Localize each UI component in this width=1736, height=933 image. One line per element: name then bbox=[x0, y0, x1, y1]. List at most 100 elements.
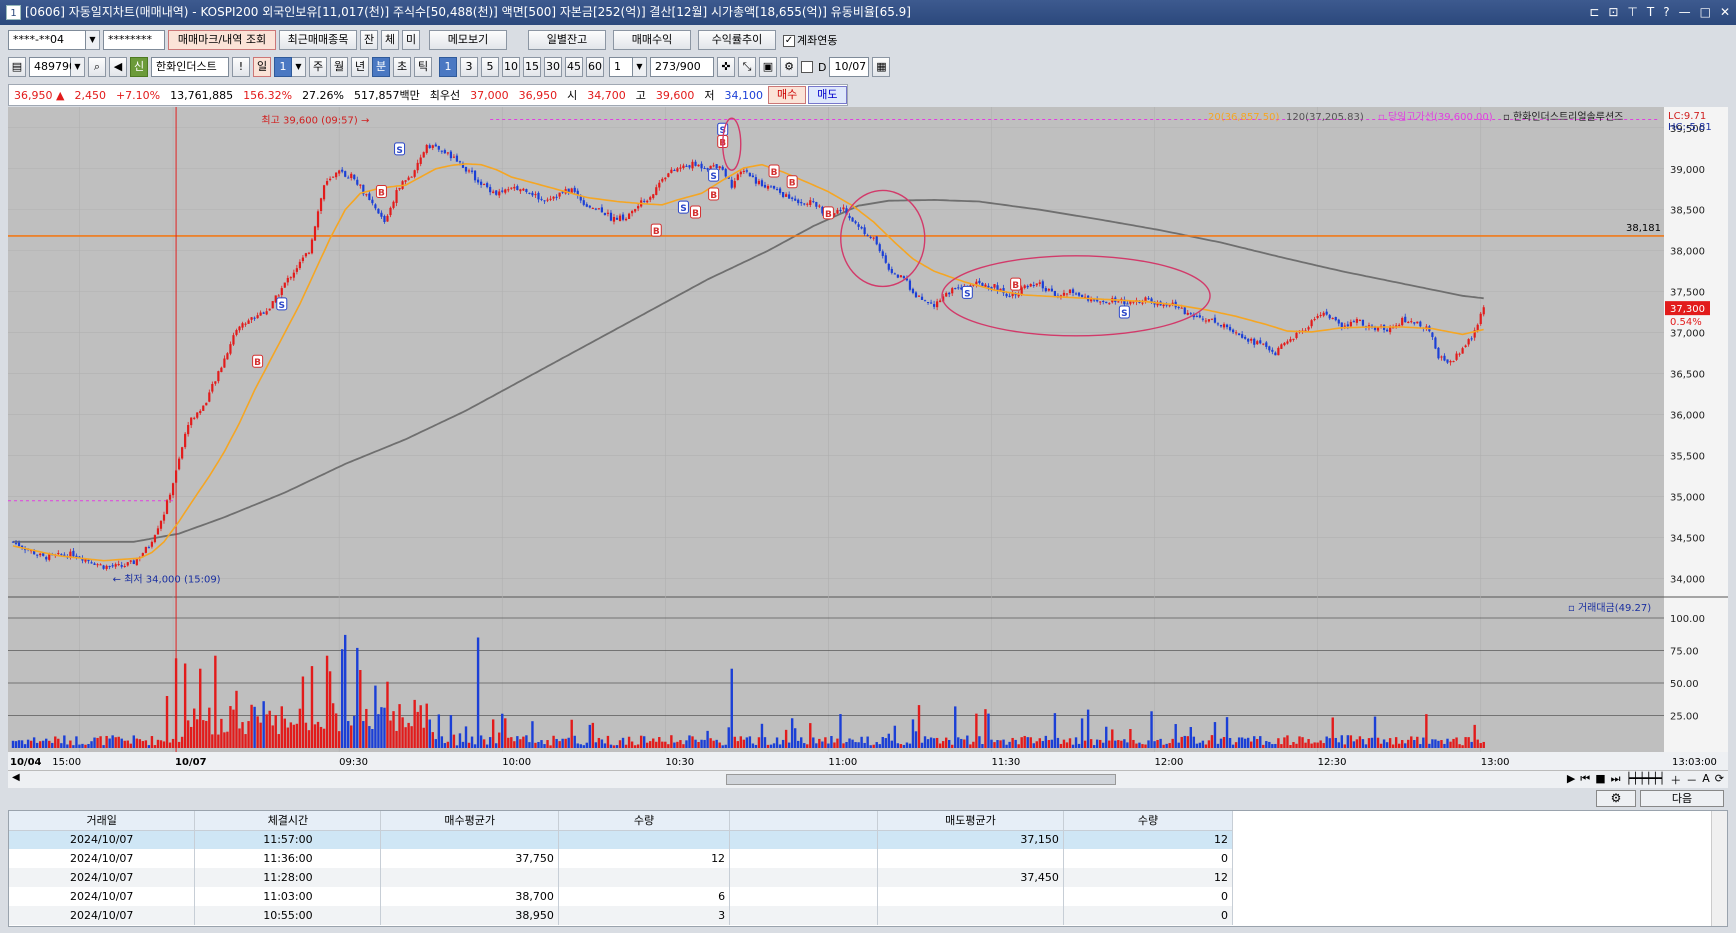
memo-button[interactable]: 메모보기 bbox=[429, 30, 507, 50]
candle-body bbox=[1256, 341, 1259, 345]
candle-body bbox=[685, 165, 688, 167]
calendar-icon[interactable]: ▦ bbox=[872, 57, 891, 77]
minute-5[interactable]: 5 bbox=[481, 57, 499, 77]
volume-bar bbox=[751, 743, 755, 748]
chart-scrollbar[interactable]: ◀ ▶ ⏮ ■ ⏭ ┝┿┿┿┿┥ ＋ － A ⟳ bbox=[8, 770, 1728, 788]
buy-marker-label: B bbox=[789, 179, 796, 189]
step-input[interactable]: 1 bbox=[609, 57, 633, 77]
period-month[interactable]: 월 bbox=[330, 57, 348, 77]
ruler-icon[interactable]: ┝┿┿┿┿┥ bbox=[1626, 772, 1666, 788]
minute-15[interactable]: 15 bbox=[523, 57, 541, 77]
candle-body bbox=[863, 227, 866, 235]
trade-profit-button[interactable]: 매매수익 bbox=[613, 30, 691, 50]
rewind-icon[interactable]: ⏮ bbox=[1580, 772, 1590, 788]
candlestick-chart[interactable]: 38,181 SBSBSBSBS BBBBBSBS 39,50039,00038,… bbox=[8, 107, 1728, 770]
candle-body bbox=[911, 288, 915, 293]
link-icon[interactable]: ⊡ bbox=[1608, 0, 1618, 25]
buy-button[interactable]: 매수 bbox=[768, 86, 807, 104]
date-input[interactable]: 10/07 bbox=[829, 57, 870, 77]
stock-name-field[interactable]: 한화인더스트 bbox=[151, 57, 229, 77]
minute-45[interactable]: 45 bbox=[565, 57, 583, 77]
candle-body bbox=[458, 161, 462, 163]
candle-body bbox=[419, 157, 422, 164]
sell-button[interactable]: 매도 bbox=[808, 86, 847, 104]
candle-body bbox=[1225, 324, 1229, 328]
minute-3[interactable]: 3 bbox=[460, 57, 478, 77]
volume-bar bbox=[504, 718, 507, 748]
date-checkbox[interactable] bbox=[801, 61, 813, 73]
crosshair-icon[interactable]: ✜ bbox=[717, 57, 735, 77]
stock-code-input[interactable]: 489790 bbox=[29, 57, 76, 77]
period-tick[interactable]: 틱 bbox=[414, 57, 432, 77]
chevron-down-icon[interactable]: ▼ bbox=[86, 30, 100, 50]
fast-forward-icon[interactable]: ⏭ bbox=[1611, 772, 1621, 788]
period-year[interactable]: 년 bbox=[351, 57, 369, 77]
play-icon[interactable]: ▶ bbox=[1567, 772, 1575, 788]
minute-60[interactable]: 60 bbox=[586, 57, 604, 77]
candle-body bbox=[516, 186, 519, 191]
chevron-down-icon[interactable]: ▼ bbox=[292, 57, 306, 77]
candle-body bbox=[280, 288, 283, 296]
minimize-button[interactable]: — bbox=[1679, 0, 1691, 25]
tab-balance[interactable]: 잔 bbox=[360, 30, 378, 50]
candle-body bbox=[588, 205, 591, 208]
minute-1[interactable]: 1 bbox=[439, 57, 457, 77]
candle-body bbox=[794, 198, 797, 201]
volume-bar bbox=[1458, 744, 1461, 748]
stop-icon[interactable]: ■ bbox=[1595, 772, 1605, 788]
recent-trades-button[interactable]: 최근매매종목 bbox=[279, 30, 357, 50]
volume-bar bbox=[1440, 740, 1443, 748]
period-day-count[interactable]: 1 bbox=[274, 57, 292, 77]
scroll-thumb[interactable] bbox=[726, 774, 1116, 785]
pin-icon[interactable]: ⊤ bbox=[1627, 0, 1637, 25]
layout-icon[interactable]: ▤ bbox=[8, 57, 26, 77]
minute-30[interactable]: 30 bbox=[544, 57, 562, 77]
trade-mark-query-button[interactable]: 매매마크/내역 조회 bbox=[168, 30, 276, 50]
profit-rate-button[interactable]: 수익률추이 bbox=[698, 30, 776, 50]
candle-body bbox=[120, 565, 123, 567]
reset-icon[interactable]: ⟳ bbox=[1715, 772, 1724, 788]
save-icon[interactable]: ▣ bbox=[759, 57, 777, 77]
gear-icon[interactable]: ⚙ bbox=[780, 57, 798, 77]
tab-unfilled[interactable]: 미 bbox=[402, 30, 420, 50]
candle-body bbox=[697, 164, 700, 167]
table-row[interactable]: 2024/10/07 11:28:00 37,450 12 bbox=[9, 868, 1234, 887]
help-icon[interactable]: ? bbox=[1663, 0, 1669, 25]
period-day[interactable]: 일 bbox=[253, 57, 271, 77]
table-row[interactable]: 2024/10/07 11:57:00 37,150 12 bbox=[9, 830, 1234, 849]
period-minute[interactable]: 분 bbox=[372, 57, 390, 77]
scroll-left-icon[interactable]: ◀ bbox=[12, 772, 20, 783]
bar-count-field[interactable]: 273/900 bbox=[650, 57, 714, 77]
best-bid: 36,950 bbox=[518, 88, 558, 102]
password-input[interactable]: ******** bbox=[103, 30, 165, 50]
account-link-checkbox[interactable]: ✓ 계좌연동 bbox=[783, 32, 837, 48]
text-tool-icon[interactable]: A bbox=[1702, 772, 1710, 788]
zoom-icon[interactable]: ⤡ bbox=[738, 57, 756, 77]
account-number-input[interactable]: ****-**04 bbox=[8, 30, 86, 50]
minute-10[interactable]: 10 bbox=[502, 57, 520, 77]
zoom-out-icon[interactable]: － bbox=[1686, 772, 1697, 788]
period-second[interactable]: 초 bbox=[393, 57, 411, 77]
gear-icon[interactable]: ⚙ bbox=[1596, 790, 1636, 807]
alert-icon[interactable]: ! bbox=[232, 57, 250, 77]
search-icon[interactable]: ⌕ bbox=[88, 57, 106, 77]
table-row[interactable]: 2024/10/07 11:36:00 37,750 12 0 bbox=[9, 849, 1234, 868]
close-button[interactable]: ✕ bbox=[1720, 0, 1730, 25]
table-row[interactable]: 2024/10/07 10:55:00 38,950 3 0 bbox=[9, 906, 1234, 925]
chevron-down-icon[interactable]: ▼ bbox=[633, 57, 647, 77]
daily-balance-button[interactable]: 일별잔고 bbox=[528, 30, 606, 50]
buy-marker-label: B bbox=[1012, 281, 1019, 291]
font-icon[interactable]: T bbox=[1647, 0, 1654, 25]
chart-area[interactable]: 38,181 SBSBSBSBSBBBBBSBS 39,500 39,000 38,… bbox=[8, 107, 1728, 770]
grid-scrollbar[interactable] bbox=[1711, 811, 1727, 926]
zoom-in-icon[interactable]: ＋ bbox=[1670, 772, 1681, 788]
table-row[interactable]: 2024/10/07 11:03:00 38,700 6 0 bbox=[9, 887, 1234, 906]
maximize-button[interactable]: □ bbox=[1700, 0, 1711, 25]
tab-executed[interactable]: 체 bbox=[381, 30, 399, 50]
chevron-down-icon[interactable]: ▼ bbox=[71, 57, 85, 77]
candle-body bbox=[757, 180, 761, 185]
period-week[interactable]: 주 bbox=[309, 57, 327, 77]
speaker-icon[interactable]: ◀ bbox=[109, 57, 127, 77]
dock-icon[interactable]: ⊏ bbox=[1589, 0, 1599, 25]
next-button[interactable]: 다음 bbox=[1640, 790, 1724, 807]
